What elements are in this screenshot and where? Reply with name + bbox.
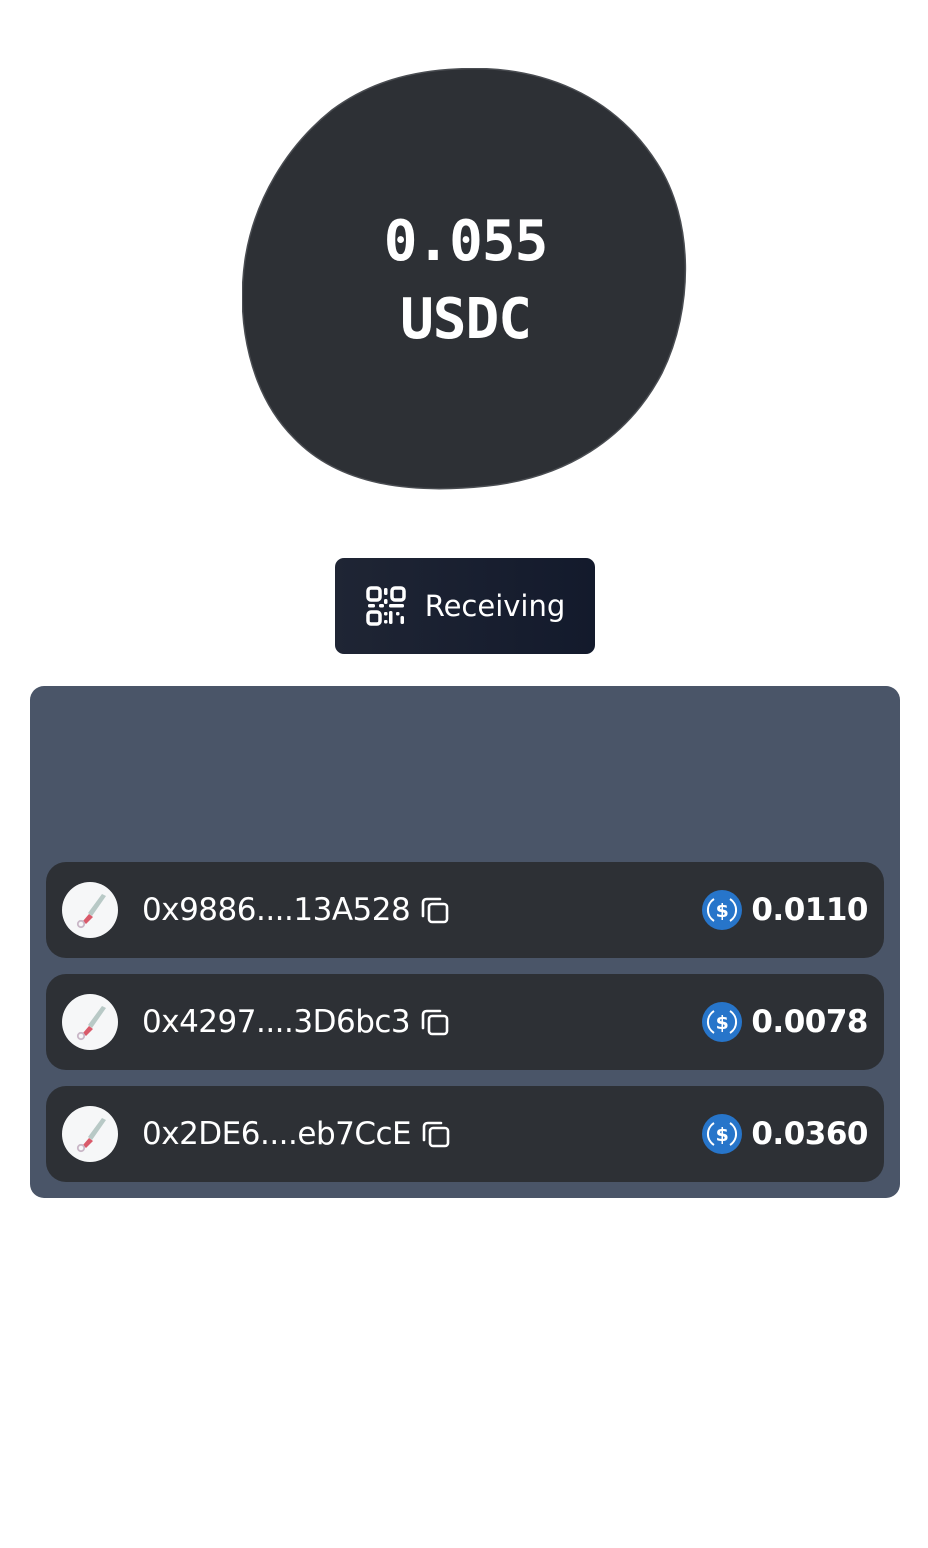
copy-icon[interactable] (419, 1117, 453, 1151)
sender-avatar-icon (76, 1006, 106, 1041)
address: 0x2DE6....eb7CcE (142, 1086, 453, 1182)
balance-blob: 0.055 USDC (242, 68, 689, 493)
usdc-icon: $ (702, 890, 743, 930)
payments-panel: 0x9886....13A528 $ 0.0110 0x4297....3D6b… (30, 686, 900, 1198)
copy-icon[interactable] (418, 893, 452, 927)
balance-unit: USDC (400, 286, 532, 352)
svg-text:$: $ (716, 1012, 729, 1034)
svg-text:$: $ (716, 900, 729, 922)
amount-value: 0.0110 (751, 892, 868, 928)
address-text: 0x2DE6....eb7CcE (142, 1116, 412, 1152)
page: 0.055 USDC Receiving 0x9886....13A528 $ … (0, 0, 928, 1548)
payment-row: 0x2DE6....eb7CcE $ 0.0360 (46, 1086, 884, 1182)
usdc-icon: $ (702, 1114, 743, 1154)
svg-text:$: $ (716, 1124, 729, 1146)
amount-value: 0.0078 (751, 1004, 868, 1040)
usdc-icon: $ (702, 1002, 743, 1042)
sender-avatar-icon (76, 894, 106, 929)
receiving-button[interactable]: Receiving (335, 558, 595, 654)
address: 0x9886....13A528 (142, 862, 452, 958)
avatar (62, 1106, 118, 1162)
balance-amount: 0.055 (383, 208, 549, 274)
receiving-button-label: Receiving (424, 589, 566, 623)
payment-row: 0x9886....13A528 $ 0.0110 (46, 862, 884, 958)
address-text: 0x4297....3D6bc3 (142, 1004, 411, 1040)
sender-avatar-icon (76, 1118, 106, 1153)
qr-code-icon (365, 586, 406, 626)
address: 0x4297....3D6bc3 (142, 974, 452, 1070)
amount: $ 0.0078 (702, 974, 868, 1070)
payment-row: 0x4297....3D6bc3 $ 0.0078 (46, 974, 884, 1070)
avatar (62, 994, 118, 1050)
copy-icon[interactable] (418, 1005, 452, 1039)
amount-value: 0.0360 (751, 1116, 868, 1152)
amount: $ 0.0360 (702, 1086, 868, 1182)
avatar (62, 882, 118, 938)
address-text: 0x9886....13A528 (142, 892, 411, 928)
amount: $ 0.0110 (702, 862, 868, 958)
